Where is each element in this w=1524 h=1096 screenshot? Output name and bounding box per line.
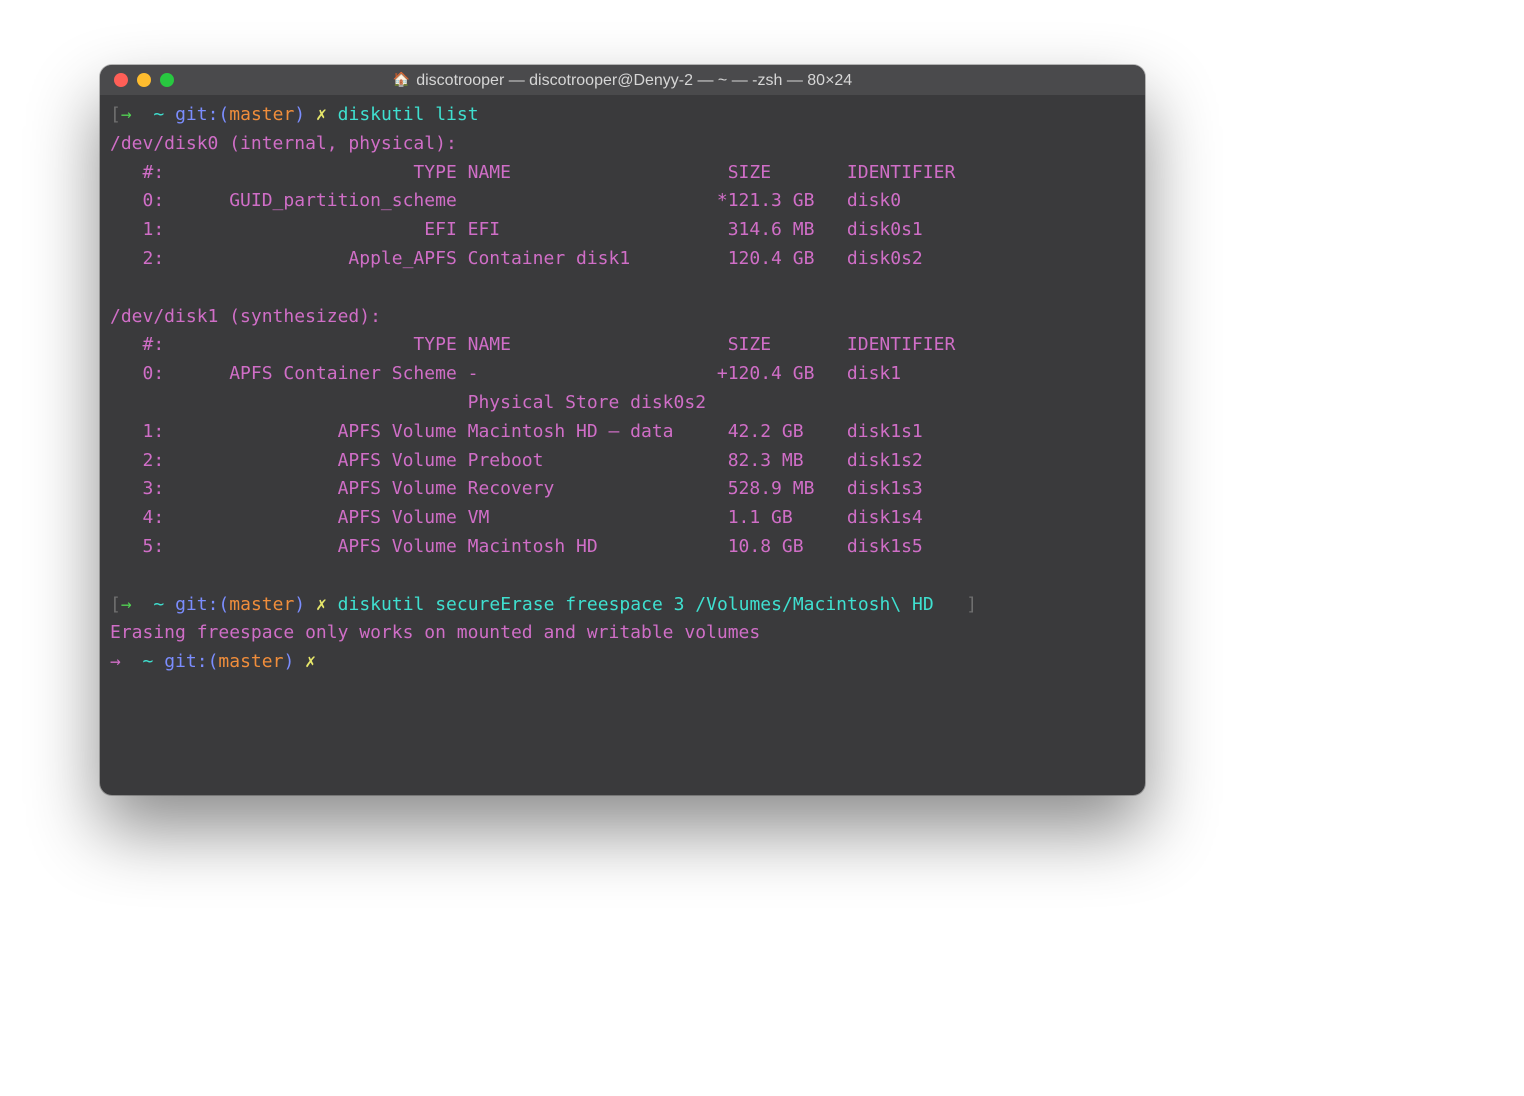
prompt-paren-close: ) xyxy=(294,594,305,615)
prompt-paren-open: ( xyxy=(218,104,229,125)
window-title-text: discotrooper — discotrooper@Denyy-2 — ~ … xyxy=(416,72,852,89)
disk1-row-physical-store: Physical Store disk0s2 xyxy=(110,392,706,413)
prompt-dirty-icon: ✗ xyxy=(316,104,327,125)
terminal-window[interactable]: 🏠 discotrooper — discotrooper@Denyy-2 — ~… xyxy=(100,65,1145,795)
traffic-lights xyxy=(114,73,174,87)
disk1-header: /dev/disk1 (synthesized): xyxy=(110,306,381,327)
prompt-git-label: git: xyxy=(175,594,218,615)
disk0-header: /dev/disk0 (internal, physical): xyxy=(110,133,457,154)
prompt-git-label: git: xyxy=(175,104,218,125)
titlebar[interactable]: 🏠 discotrooper — discotrooper@Denyy-2 — ~… xyxy=(100,65,1145,95)
disk0-row-0: 0: GUID_partition_scheme *121.3 GB disk0 xyxy=(110,190,901,211)
terminal-body[interactable]: [→ ~ git:(master) ✗ diskutil list /dev/d… xyxy=(100,95,1145,683)
prompt-branch: master xyxy=(229,104,294,125)
home-folder-icon: 🏠 xyxy=(393,71,410,88)
window-title: 🏠 discotrooper — discotrooper@Denyy-2 — ~… xyxy=(100,71,1145,90)
prompt-paren-close: ) xyxy=(283,651,294,672)
error-message: Erasing freespace only works on mounted … xyxy=(110,622,760,643)
zoom-icon[interactable] xyxy=(160,73,174,87)
close-icon[interactable] xyxy=(114,73,128,87)
command-1: diskutil list xyxy=(338,104,479,125)
disk1-row-4: 4: APFS Volume VM 1.1 GB disk1s4 xyxy=(110,507,923,528)
prompt-arrow-icon: → xyxy=(121,594,132,615)
disk0-row-2: 2: Apple_APFS Container disk1 120.4 GB d… xyxy=(110,248,923,269)
prompt-bracket-open: [ xyxy=(110,104,121,125)
disk0-row-1: 1: EFI EFI 314.6 MB disk0s1 xyxy=(110,219,923,240)
prompt-dirty-icon: ✗ xyxy=(316,594,327,615)
disk1-row-5: 5: APFS Volume Macintosh HD 10.8 GB disk… xyxy=(110,536,923,557)
prompt-git-label: git: xyxy=(164,651,207,672)
disk1-columns: #: TYPE NAME SIZE IDENTIFIER xyxy=(110,334,955,355)
prompt-paren-open: ( xyxy=(208,651,219,672)
prompt-paren-close: ) xyxy=(294,104,305,125)
disk1-row-3: 3: APFS Volume Recovery 528.9 MB disk1s3 xyxy=(110,478,923,499)
prompt-cwd: ~ xyxy=(153,594,164,615)
prompt-cwd: ~ xyxy=(153,104,164,125)
disk0-columns: #: TYPE NAME SIZE IDENTIFIER xyxy=(110,162,955,183)
prompt-arrow-icon: → xyxy=(110,651,121,672)
disk1-row-0: 0: APFS Container Scheme - +120.4 GB dis… xyxy=(110,363,901,384)
disk1-row-2: 2: APFS Volume Preboot 82.3 MB disk1s2 xyxy=(110,450,923,471)
minimize-icon[interactable] xyxy=(137,73,151,87)
prompt-arrow-icon: → xyxy=(121,104,132,125)
command-2: diskutil secureErase freespace 3 /Volume… xyxy=(338,594,934,615)
prompt-branch: master xyxy=(229,594,294,615)
prompt-paren-open: ( xyxy=(218,594,229,615)
prompt-dirty-icon: ✗ xyxy=(305,651,316,672)
prompt-branch: master xyxy=(218,651,283,672)
disk1-row-1: 1: APFS Volume Macintosh HD — data 42.2 … xyxy=(110,421,923,442)
prompt-cwd: ~ xyxy=(143,651,154,672)
prompt-bracket-open: [ xyxy=(110,594,121,615)
prompt-bracket-close: ] xyxy=(966,594,977,615)
